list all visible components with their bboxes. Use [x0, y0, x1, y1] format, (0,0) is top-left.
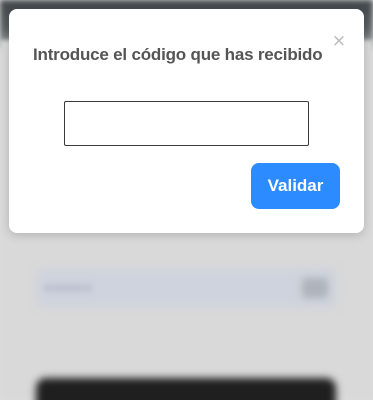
- background-button: [36, 378, 336, 400]
- close-icon[interactable]: ×: [330, 31, 348, 51]
- background-field-toggle: [302, 278, 328, 298]
- background-field-text: [44, 285, 92, 291]
- verification-code-modal: Introduce el código que has recibido × V…: [9, 9, 364, 233]
- validate-button[interactable]: Validar: [251, 163, 340, 209]
- code-input[interactable]: [64, 101, 309, 146]
- modal-title: Introduce el código que has recibido: [33, 45, 323, 64]
